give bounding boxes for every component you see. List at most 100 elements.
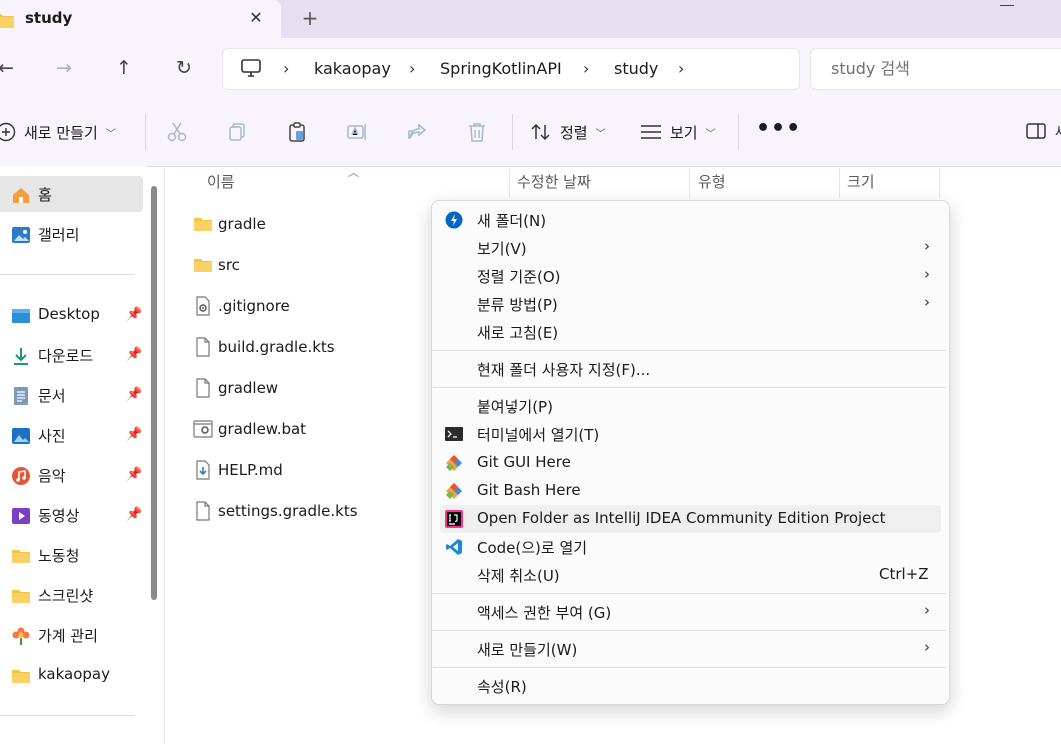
menu-item-customize-folder[interactable]: 현재 폴더 사용자 지정(F)... (440, 355, 941, 383)
back-button[interactable]: ← (0, 56, 18, 80)
address-bar[interactable]: › kakaopay › SpringKotlinAPI › study › (222, 48, 800, 90)
pin-icon[interactable]: 📌 (126, 307, 142, 322)
new-button[interactable]: 새로 만들기 ﹀ (0, 118, 116, 146)
minimize-icon[interactable] (1000, 5, 1014, 6)
column-divider[interactable] (839, 168, 840, 198)
menu-item-label: 새로 고침(E) (477, 324, 559, 342)
navigation-pane: 홈 갤러리 Desktop 📌 다운로드 📌 문서 📌 사진 📌 음악 📌 동영… (0, 166, 146, 744)
menu-separator (433, 630, 946, 631)
menu-item-new[interactable]: 새로 만들기(W) › (440, 635, 941, 663)
new-button-label: 새로 만들기 (24, 123, 98, 142)
menu-item-new-folder[interactable]: 새 폴더(N) (440, 206, 941, 234)
delete-button[interactable] (463, 118, 491, 146)
refresh-button[interactable]: ↻ (172, 56, 196, 80)
column-header-type[interactable]: 유형 (698, 166, 726, 198)
breadcrumb-study[interactable]: study (614, 59, 658, 78)
menu-item-group-by[interactable]: 분류 방법(P) › (440, 290, 941, 318)
chevron-right-icon: › (924, 601, 930, 619)
sidebar-item-music[interactable]: 음악 📌 (0, 457, 143, 493)
pin-icon[interactable]: 📌 (126, 467, 142, 482)
tab-study[interactable]: study ✕ (0, 0, 281, 38)
search-input[interactable] (829, 58, 1053, 79)
sidebar-item-label: kakaopay (38, 665, 110, 683)
this-pc-icon[interactable] (241, 59, 261, 81)
view-button-label: 보기 (670, 123, 698, 142)
menu-item-open-vscode[interactable]: Code(으)로 열기 (440, 533, 941, 561)
pane-divider (164, 166, 165, 744)
sidebar-item-folder-screenshots[interactable]: 스크린샷 (0, 577, 143, 613)
breadcrumb-separator[interactable]: › (678, 59, 684, 78)
menu-item-label: 터미널에서 열기(T) (477, 426, 600, 444)
new-tab-button[interactable]: + (300, 6, 320, 30)
tab-title: study (25, 9, 73, 27)
menu-item-label: 새로 만들기(W) (477, 641, 578, 659)
breadcrumb-kakaopay[interactable]: kakaopay (314, 59, 391, 78)
sidebar-item-label: 노동청 (38, 547, 80, 565)
divider (738, 114, 739, 150)
breadcrumb-springkotlinapi[interactable]: SpringKotlinAPI (440, 59, 562, 78)
rename-button[interactable] (343, 118, 371, 146)
breadcrumb-separator[interactable]: › (283, 59, 289, 78)
column-header-name[interactable]: 이름 (207, 166, 235, 198)
chevron-right-icon: › (924, 237, 930, 255)
column-header-modified[interactable]: 수정한 날짜 (517, 166, 591, 198)
sidebar-item-desktop[interactable]: Desktop 📌 (0, 297, 143, 333)
menu-item-git-bash[interactable]: Git Bash Here (440, 477, 941, 505)
menu-item-label: Git GUI Here (477, 453, 571, 471)
pin-icon[interactable]: 📌 (126, 427, 142, 442)
menu-item-give-access[interactable]: 액세스 권한 부여 (G) › (440, 598, 941, 626)
menu-item-git-gui[interactable]: Git GUI Here (440, 449, 941, 477)
music-icon (12, 467, 30, 485)
details-button-label[interactable]: 세 (1055, 122, 1061, 142)
menu-item-view[interactable]: 보기(V) › (440, 234, 941, 262)
file-icon (196, 337, 210, 357)
sidebar-item-pictures[interactable]: 사진 📌 (0, 417, 143, 453)
sidebar-item-downloads[interactable]: 다운로드 📌 (0, 337, 143, 373)
pin-icon[interactable]: 📌 (126, 507, 142, 522)
trash-icon (469, 123, 485, 142)
cut-button[interactable] (163, 118, 191, 146)
folder-icon (194, 218, 212, 231)
sidebar-item-label: 가계 관리 (38, 627, 98, 645)
sidebar-item-home[interactable]: 홈 (0, 176, 143, 212)
pin-icon[interactable]: 📌 (126, 347, 142, 362)
sidebar-item-household[interactable]: 가계 관리 (0, 617, 143, 653)
desktop-icon (12, 309, 30, 323)
sidebar-item-folder-kakaopay[interactable]: kakaopay (0, 657, 143, 693)
menu-item-refresh[interactable]: 새로 고침(E) (440, 318, 941, 346)
forward-button[interactable]: → (52, 56, 76, 80)
copy-icon (229, 123, 245, 141)
menu-item-open-terminal[interactable]: 터미널에서 열기(T) (440, 420, 941, 448)
column-divider[interactable] (689, 168, 690, 198)
pictures-icon (12, 428, 30, 444)
sort-button[interactable]: 정렬 ﹀ (530, 118, 606, 146)
sidebar-scrollbar[interactable] (151, 186, 157, 600)
breadcrumb-separator[interactable]: › (583, 59, 589, 78)
close-tab-icon[interactable]: ✕ (246, 6, 266, 30)
copy-button[interactable] (223, 118, 251, 146)
details-pane-icon[interactable] (1026, 122, 1046, 144)
title-bar: study ✕ + (0, 0, 1061, 38)
pin-icon[interactable]: 📌 (126, 387, 142, 402)
up-button[interactable]: ↑ (112, 56, 136, 80)
sidebar-item-videos[interactable]: 동영상 📌 (0, 497, 143, 533)
menu-item-sort-by[interactable]: 정렬 기준(O) › (440, 262, 941, 290)
column-divider[interactable] (509, 168, 510, 198)
sidebar-item-gallery[interactable]: 갤러리 (0, 216, 143, 252)
menu-item-open-intellij[interactable]: Open Folder as IntelliJ IDEA Community E… (440, 505, 941, 533)
view-button[interactable]: 보기 ﹀ (640, 118, 716, 146)
column-divider[interactable] (939, 168, 940, 198)
paste-button[interactable] (283, 118, 311, 146)
column-header-size[interactable]: 크기 (847, 166, 875, 198)
menu-item-undo-delete[interactable]: 삭제 취소(U) Ctrl+Z (440, 561, 941, 589)
sidebar-item-documents[interactable]: 문서 📌 (0, 377, 143, 413)
more-options-button[interactable]: ••• (756, 116, 801, 141)
sidebar-item-label: Desktop (38, 305, 100, 323)
breadcrumb-separator[interactable]: › (409, 59, 415, 78)
sidebar-item-folder-labor[interactable]: 노동청 (0, 537, 143, 573)
search-box[interactable] (810, 48, 1061, 90)
share-button[interactable] (403, 118, 431, 146)
menu-item-properties[interactable]: 속성(R) (440, 672, 941, 700)
sidebar-item-label: 문서 (38, 387, 66, 405)
menu-item-paste[interactable]: 붙여넣기(P) (440, 392, 941, 420)
